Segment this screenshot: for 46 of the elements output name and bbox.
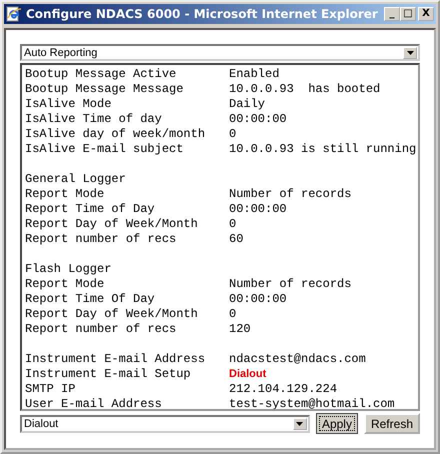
apply-button[interactable]: Apply [316,413,358,434]
setting-value: Enabled [229,67,280,82]
setting-label: Report Day of Week/Month [25,307,199,322]
setting-label: Instrument E-mail Setup [25,367,192,382]
section-dropdown[interactable]: Auto Reporting [20,44,420,61]
setting-label: User E-mail Address [25,397,163,409]
setting-value: Dialout [229,367,266,382]
setting-label: Report number of recs [25,322,178,337]
setting-value: Number of records [229,187,352,202]
browser-icon [6,6,22,22]
setting-value: 212.104.129.224 [229,382,338,397]
setting-label: Report Time of Day [25,202,156,217]
refresh-button[interactable]: Refresh [364,413,420,434]
setting-label: IsAlive Mode [25,97,112,112]
setting-value: 10.0.0.93 has booted [229,82,380,97]
setting-value: 0 [229,307,236,322]
minimize-button[interactable]: _ [384,7,400,21]
setting-label: Bootup Message Message [25,82,184,97]
setting-value: 00:00:00 [229,292,287,307]
setting-label: Report Mode [25,277,106,292]
setting-value: 0 [229,127,236,142]
setting-value: Number of records [229,277,352,292]
setting-label: Report Time Of Day [25,292,156,307]
setting-label: IsAlive E-mail subject [25,142,184,157]
setting-value: ndacstest@ndacs.com [229,352,366,367]
section-heading: Flash Logger [25,262,112,277]
setting-value: 00:00:00 [229,112,287,127]
setting-label: Instrument E-mail Address [25,352,206,367]
setting-value: 10.0.0.93 is still running [229,142,416,157]
maximize-button[interactable]: □ [400,7,416,21]
window-title: Configure NDACS 6000 - Microsoft Internet Explorer [26,7,379,21]
setting-label: Bootup Message Active [25,67,178,82]
setting-value: 0 [229,217,236,232]
setting-label: SMTP IP [25,382,76,397]
section-heading: General Logger [25,172,127,187]
setting-label: Report Day of Week/Month [25,217,199,232]
setting-label: Report Mode [25,187,106,202]
setting-value: 00:00:00 [229,202,287,217]
mode-dropdown[interactable]: Dialout [20,414,310,432]
setting-label: Report number of recs [25,232,178,247]
setting-value: 60 [229,232,244,247]
setting-value: 120 [229,322,251,337]
setting-label: IsAlive day of week/month [25,127,206,142]
close-button[interactable]: X [418,7,434,21]
setting-label: IsAlive Time of day [25,112,163,127]
setting-value: Daily [229,97,266,112]
